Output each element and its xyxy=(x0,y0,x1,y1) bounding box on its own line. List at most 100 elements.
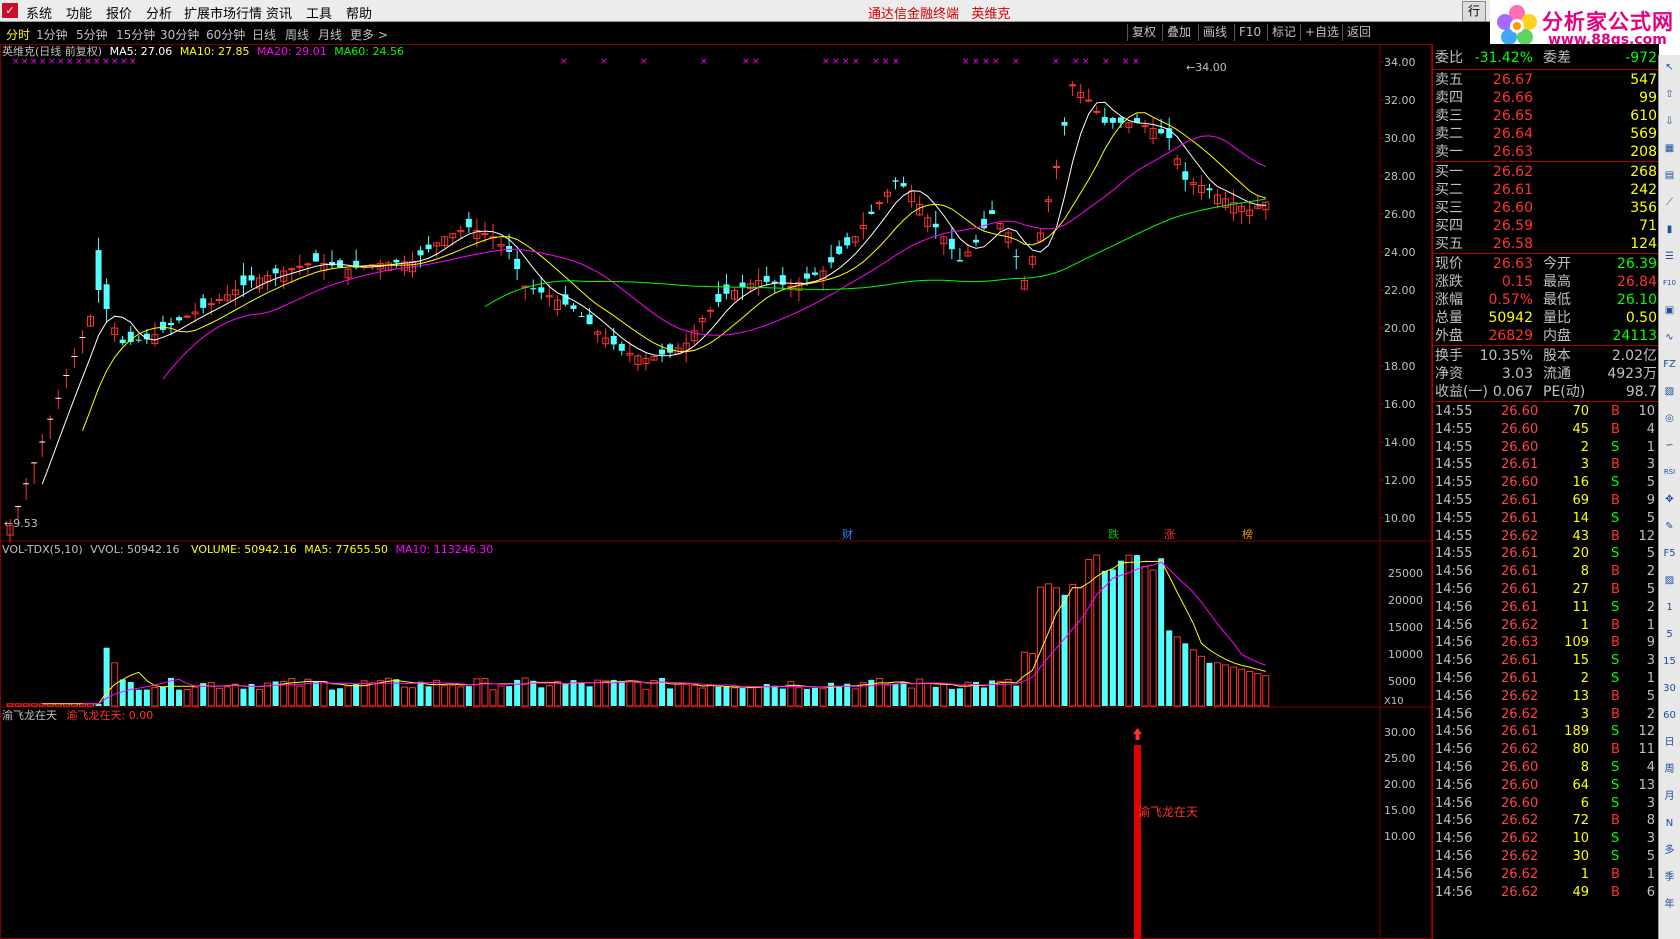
rise-marker[interactable]: 涨 xyxy=(1164,528,1175,541)
ask-level-row[interactable]: 卖二 26.64 569 xyxy=(1433,125,1659,144)
restore-rights-button[interactable]: 复权 xyxy=(1127,24,1160,41)
menu-extended-market[interactable]: 扩展市场行情 xyxy=(184,3,262,22)
f10-button[interactable]: F10 xyxy=(1234,24,1265,41)
period-多-button[interactable]: 多 xyxy=(1661,842,1678,859)
period-季-button[interactable]: 季 xyxy=(1661,869,1678,886)
period-周-button[interactable]: 周 xyxy=(1661,761,1678,778)
tab-1min[interactable]: 1分钟 xyxy=(36,26,68,43)
tick-row[interactable]: 14:55 26.60 70 B 10 xyxy=(1433,403,1659,421)
fall-marker[interactable]: 跌 xyxy=(1108,527,1119,541)
period-1-button[interactable]: 1 xyxy=(1661,599,1678,616)
kline-svg[interactable]: 英维克(日线 前复权) MA5: 27.06 MA10: 27.85 MA20:… xyxy=(0,44,1432,939)
tick-row[interactable]: 14:56 26.62 30 S 5 xyxy=(1433,848,1659,866)
tick-row[interactable]: 14:56 26.61 189 S 12 xyxy=(1433,723,1659,741)
menu-analysis[interactable]: 分析 xyxy=(146,3,172,22)
tick-row[interactable]: 14:56 26.60 6 S 3 xyxy=(1433,795,1659,813)
mark-button[interactable]: 标记 xyxy=(1267,24,1300,41)
tick-row[interactable]: 14:55 26.61 3 B 3 xyxy=(1433,456,1659,474)
tick-row[interactable]: 14:56 26.62 1 B 1 xyxy=(1433,866,1659,884)
add-watchlist-button[interactable]: +自选 xyxy=(1300,24,1343,41)
period-日-button[interactable]: 日 xyxy=(1661,734,1678,751)
tab-more[interactable]: 更多 > xyxy=(350,26,388,43)
menu-quote[interactable]: 报价 xyxy=(106,3,132,22)
tick-row[interactable]: 14:56 26.61 27 B 5 xyxy=(1433,581,1659,599)
tick-row[interactable]: 14:55 26.60 2 S 1 xyxy=(1433,439,1659,457)
tick-row[interactable]: 14:56 26.62 10 S 3 xyxy=(1433,830,1659,848)
tick-row[interactable]: 14:56 26.61 2 S 1 xyxy=(1433,670,1659,688)
curve-icon[interactable]: ∽ xyxy=(1661,437,1678,454)
f5-icon[interactable]: F5 xyxy=(1661,545,1678,562)
period-N-button[interactable]: N xyxy=(1661,815,1678,832)
pen-icon[interactable]: ✎ xyxy=(1661,518,1678,535)
rsi-icon[interactable]: RSI xyxy=(1661,464,1678,481)
ask-level-row[interactable]: 卖五 26.67 547 xyxy=(1433,71,1659,90)
bar-icon[interactable]: ▮ xyxy=(1661,221,1678,238)
chart-area[interactable]: 英维克(日线 前复权) MA5: 27.06 MA10: 27.85 MA20:… xyxy=(0,44,1432,939)
cursor-icon[interactable]: ↖ xyxy=(1661,59,1678,76)
fz-icon[interactable]: FZ xyxy=(1661,356,1678,373)
chart-icon[interactable]: ▧ xyxy=(1661,383,1678,400)
tick-row[interactable]: 14:55 26.61 14 S 5 xyxy=(1433,510,1659,528)
table-icon[interactable]: ▤ xyxy=(1661,167,1678,184)
circle-icon[interactable]: ◎ xyxy=(1661,410,1678,427)
tab-15min[interactable]: 15分钟 xyxy=(116,26,155,43)
tick-row[interactable]: 14:56 26.61 15 S 3 xyxy=(1433,652,1659,670)
f10-icon[interactable]: F10 xyxy=(1661,275,1678,292)
bid-level-row[interactable]: 买三 26.60 356 xyxy=(1433,199,1659,218)
tab-30min[interactable]: 30分钟 xyxy=(160,26,199,43)
tick-row[interactable]: 14:55 26.61 69 B 9 xyxy=(1433,492,1659,510)
bid-level-row[interactable]: 买一 26.62 268 xyxy=(1433,163,1659,182)
period-5-button[interactable]: 5 xyxy=(1661,626,1678,643)
tick-row[interactable]: 14:56 26.61 11 S 2 xyxy=(1433,599,1659,617)
menu-tools[interactable]: 工具 xyxy=(306,3,332,22)
tick-row[interactable]: 14:55 26.61 20 S 5 xyxy=(1433,545,1659,563)
tab-5min[interactable]: 5分钟 xyxy=(76,26,108,43)
overlay-button[interactable]: 叠加 xyxy=(1162,24,1195,41)
tab-60min[interactable]: 60分钟 xyxy=(206,26,245,43)
bid-level-row[interactable]: 买五 26.58 124 xyxy=(1433,235,1659,254)
tick-row[interactable]: 14:56 26.62 80 B 11 xyxy=(1433,741,1659,759)
move-icon[interactable]: ✥ xyxy=(1661,491,1678,508)
period-60-button[interactable]: 60 xyxy=(1661,707,1678,724)
tick-row[interactable]: 14:56 26.60 64 S 13 xyxy=(1433,777,1659,795)
window-menu-button[interactable]: 行 xyxy=(1462,1,1486,22)
tick-row[interactable]: 14:56 26.62 13 B 5 xyxy=(1433,688,1659,706)
wave-icon[interactable]: ∿ xyxy=(1661,329,1678,346)
line-icon[interactable]: ⟋ xyxy=(1661,194,1678,211)
ask-level-row[interactable]: 卖一 26.63 208 xyxy=(1433,143,1659,162)
board-icon[interactable]: ▣ xyxy=(1661,302,1678,319)
period-15-button[interactable]: 15 xyxy=(1661,653,1678,670)
tick-row[interactable]: 14:55 26.60 16 S 5 xyxy=(1433,474,1659,492)
period-年-button[interactable]: 年 xyxy=(1661,896,1678,913)
draw-line-button[interactable]: 画线 xyxy=(1198,24,1231,41)
tab-weekly[interactable]: 周线 xyxy=(285,26,309,43)
tick-row[interactable]: 14:55 26.60 45 B 4 xyxy=(1433,421,1659,439)
menu-system[interactable]: 系统 xyxy=(26,3,52,22)
bid-level-row[interactable]: 买二 26.61 242 xyxy=(1433,181,1659,200)
img-icon[interactable]: ▨ xyxy=(1661,572,1678,589)
tick-row[interactable]: 14:56 26.62 72 B 8 xyxy=(1433,812,1659,830)
period-月-button[interactable]: 月 xyxy=(1661,788,1678,805)
menu-news[interactable]: 资讯 xyxy=(266,3,292,22)
tick-row[interactable]: 14:56 26.61 8 B 2 xyxy=(1433,563,1659,581)
tab-intraday[interactable]: 分时 xyxy=(6,26,30,43)
finance-marker[interactable]: 财 xyxy=(842,527,853,541)
tick-row[interactable]: 14:56 26.63 109 B 9 xyxy=(1433,634,1659,652)
period-30-button[interactable]: 30 xyxy=(1661,680,1678,697)
up-icon[interactable]: ⇧ xyxy=(1661,86,1678,103)
grid-icon[interactable]: ▦ xyxy=(1661,140,1678,157)
bid-level-row[interactable]: 买四 26.59 71 xyxy=(1433,217,1659,236)
menu-help[interactable]: 帮助 xyxy=(346,3,372,22)
tick-row[interactable]: 14:56 26.62 49 B 6 xyxy=(1433,884,1659,902)
back-button[interactable]: 返回 xyxy=(1342,24,1375,41)
tick-row[interactable]: 14:56 26.62 3 B 2 xyxy=(1433,706,1659,724)
tick-row[interactable]: 14:56 26.60 8 S 4 xyxy=(1433,759,1659,777)
menu-function[interactable]: 功能 xyxy=(66,3,92,22)
list-icon[interactable]: ☰ xyxy=(1661,248,1678,265)
tick-row[interactable]: 14:55 26.62 43 B 12 xyxy=(1433,528,1659,546)
tab-monthly[interactable]: 月线 xyxy=(318,26,342,43)
tick-row[interactable]: 14:56 26.62 1 B 1 xyxy=(1433,617,1659,635)
list-marker[interactable]: 榜 xyxy=(1242,527,1253,541)
ask-level-row[interactable]: 卖四 26.66 99 xyxy=(1433,89,1659,108)
tab-daily[interactable]: 日线 xyxy=(252,26,276,43)
